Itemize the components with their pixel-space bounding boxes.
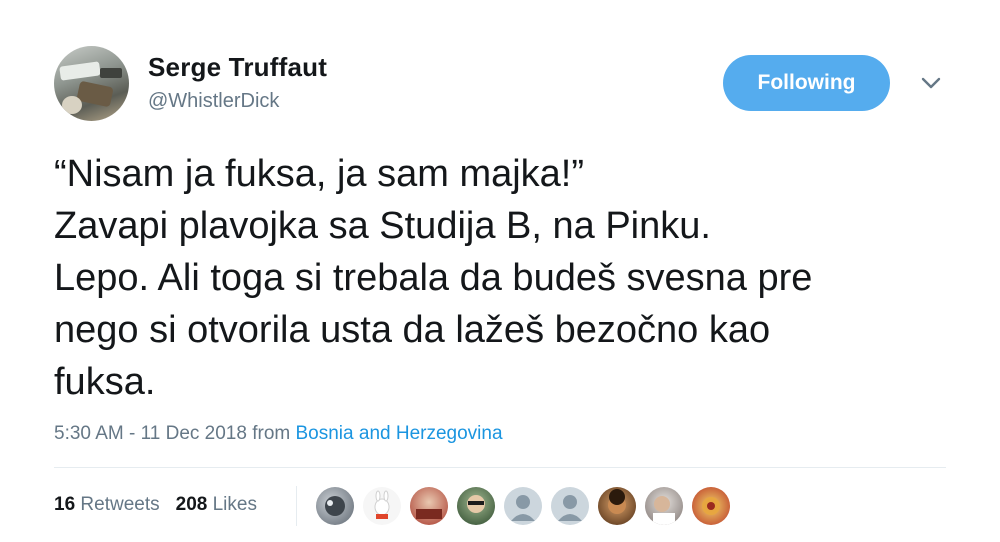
retweets-label: Retweets bbox=[80, 494, 160, 515]
author-name[interactable]: Serge Truffaut bbox=[148, 52, 327, 83]
stats-separator bbox=[296, 486, 297, 526]
location-link[interactable]: Bosnia and Herzegovina bbox=[296, 423, 503, 444]
liker-avatar[interactable] bbox=[457, 487, 495, 525]
likers-avatar-list bbox=[316, 486, 739, 526]
chevron-down-icon[interactable] bbox=[918, 70, 944, 96]
tweet-line: fuksa. bbox=[54, 361, 156, 403]
tweet-text: “Nisam ja fuksa, ja sam majka!” Zavapi p… bbox=[54, 148, 954, 408]
tweet-line: Lepo. Ali toga si trebala da budeš svesn… bbox=[54, 257, 813, 299]
liker-avatar[interactable] bbox=[363, 487, 401, 525]
following-button[interactable]: Following bbox=[723, 55, 890, 111]
engagement-stats: 16 Retweets 208 Likes bbox=[54, 494, 257, 516]
default-egg-avatar[interactable] bbox=[551, 487, 589, 525]
tweet-metadata: 5:30 AM - 11 Dec 2018 from Bosnia and He… bbox=[54, 423, 503, 445]
likes-count: 208 bbox=[175, 494, 208, 515]
liker-avatar[interactable] bbox=[410, 487, 448, 525]
liker-avatar[interactable] bbox=[598, 487, 636, 525]
liker-avatar[interactable] bbox=[316, 487, 354, 525]
tweet-line: Zavapi plavojka sa Studija B, na Pinku. bbox=[54, 205, 711, 247]
author-avatar[interactable] bbox=[54, 46, 129, 121]
author-handle[interactable]: @WhistlerDick bbox=[148, 90, 279, 113]
retweets-count: 16 bbox=[54, 494, 76, 515]
tweet-line: nego si otvorila usta da lažeš bezočno k… bbox=[54, 309, 771, 351]
likes-stat[interactable]: 208 Likes bbox=[176, 494, 257, 516]
from-label: from bbox=[252, 423, 291, 444]
default-egg-avatar[interactable] bbox=[504, 487, 542, 525]
liker-avatar[interactable] bbox=[645, 487, 683, 525]
liker-avatar[interactable] bbox=[692, 487, 730, 525]
likes-label: Likes bbox=[212, 494, 257, 515]
retweets-stat[interactable]: 16 Retweets bbox=[54, 494, 160, 516]
tweet-line: “Nisam ja fuksa, ja sam majka!” bbox=[54, 153, 585, 195]
timestamp[interactable]: 5:30 AM - 11 Dec 2018 bbox=[54, 423, 247, 444]
divider bbox=[54, 467, 946, 468]
